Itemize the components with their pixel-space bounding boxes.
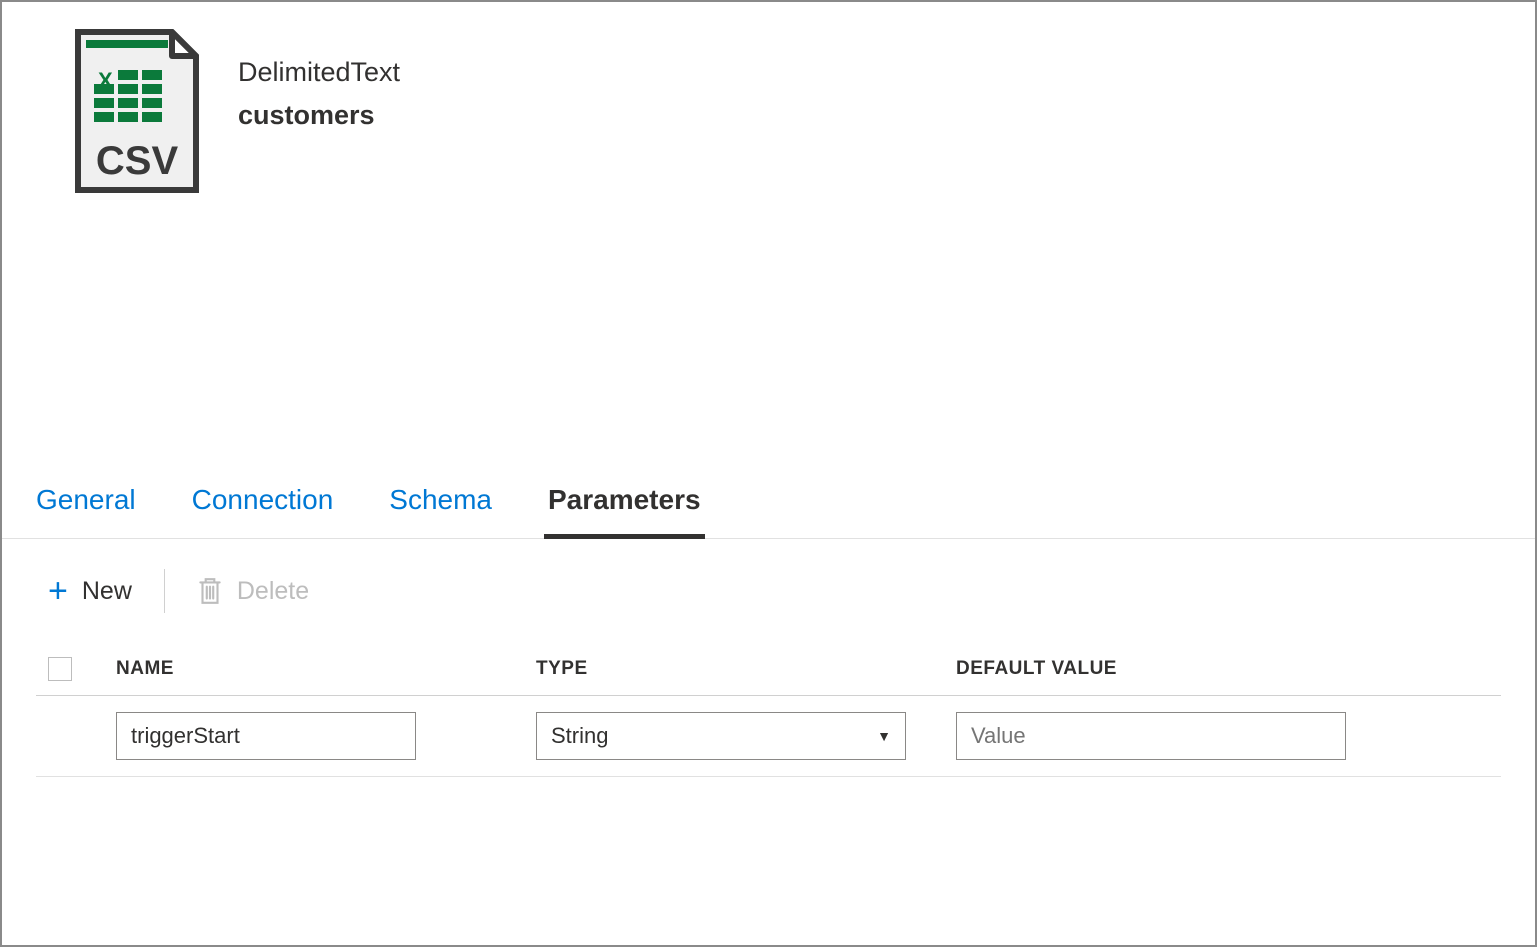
tab-schema[interactable]: Schema xyxy=(385,476,496,539)
dataset-info: DelimitedText customers xyxy=(238,57,400,131)
dataset-name-label: customers xyxy=(238,100,400,131)
table-header-row: NAME TYPE DEFAULT VALUE xyxy=(36,643,1501,696)
delete-button: Delete xyxy=(197,576,309,606)
parameter-type-value: String xyxy=(551,723,608,749)
parameter-name-input[interactable] xyxy=(116,712,416,760)
new-button-label: New xyxy=(82,577,132,606)
select-all-checkbox[interactable] xyxy=(48,657,72,681)
parameter-type-select[interactable]: String ▼ xyxy=(536,712,906,760)
svg-text:CSV: CSV xyxy=(96,139,179,183)
parameter-default-input[interactable] xyxy=(956,712,1346,760)
column-header-name: NAME xyxy=(116,658,536,680)
dataset-type-label: DelimitedText xyxy=(238,57,400,88)
chevron-down-icon: ▼ xyxy=(877,728,891,744)
delete-button-label: Delete xyxy=(237,577,309,606)
plus-icon: + xyxy=(48,574,68,608)
column-header-default: DEFAULT VALUE xyxy=(956,658,1501,680)
new-button[interactable]: + New xyxy=(48,574,132,608)
table-row: String ▼ xyxy=(36,696,1501,777)
toolbar-divider xyxy=(164,569,165,613)
header-checkbox-cell xyxy=(36,657,116,681)
parameters-table: NAME TYPE DEFAULT VALUE String ▼ xyxy=(2,643,1535,777)
tab-parameters[interactable]: Parameters xyxy=(544,476,705,539)
trash-icon xyxy=(197,576,223,606)
tab-general[interactable]: General xyxy=(32,476,140,539)
tab-bar: General Connection Schema Parameters xyxy=(2,476,1535,539)
column-header-type: TYPE xyxy=(536,658,956,680)
parameters-toolbar: + New Delete xyxy=(2,539,1535,643)
dataset-header: X CSV DelimitedText customers xyxy=(2,2,1535,211)
csv-file-icon: X CSV xyxy=(72,26,202,201)
tab-connection[interactable]: Connection xyxy=(188,476,338,539)
